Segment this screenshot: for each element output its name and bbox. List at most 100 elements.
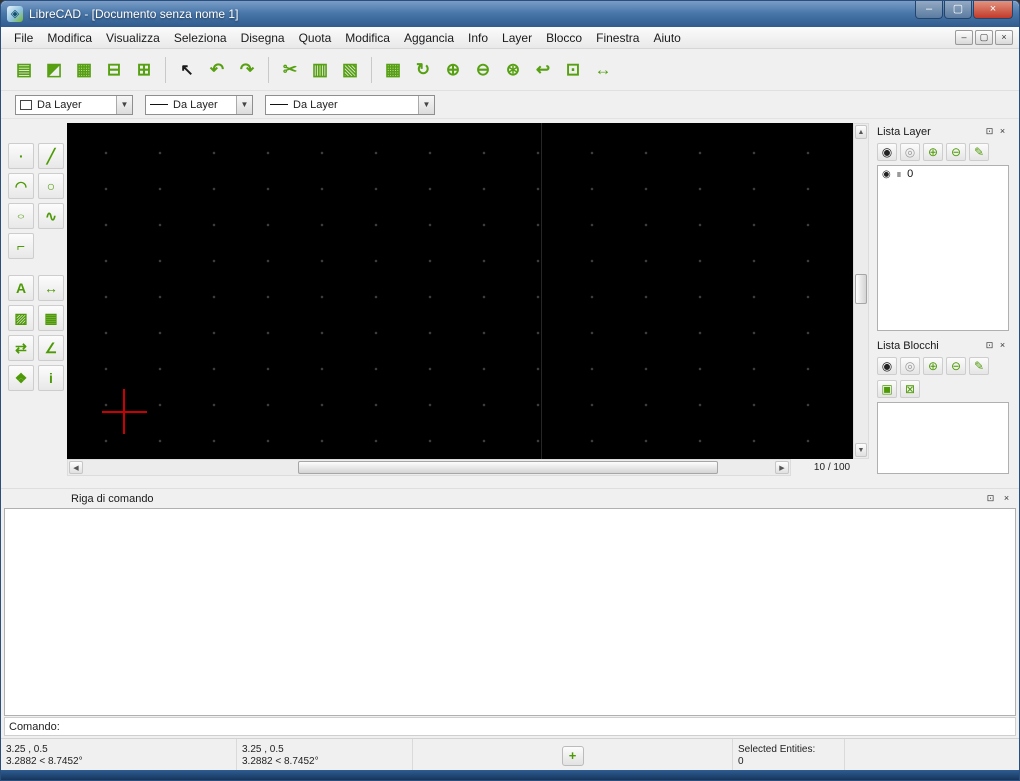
command-history[interactable] bbox=[4, 508, 1016, 716]
zoom-previous-icon: ↩ bbox=[535, 59, 551, 79]
show-all-layers-button[interactable]: ◉ bbox=[877, 143, 897, 161]
mdi-restore-button[interactable]: ▢ bbox=[975, 30, 993, 45]
scroll-up-icon[interactable]: ▲ bbox=[855, 125, 867, 139]
minimize-button[interactable]: – bbox=[915, 1, 943, 19]
line-width-combo[interactable]: Da Layer ▼ bbox=[145, 94, 253, 115]
command-input[interactable]: Comando: bbox=[4, 717, 1016, 736]
zoom-in-button[interactable]: ⊕ bbox=[438, 55, 468, 85]
measure-tool-button[interactable]: ∠ bbox=[38, 335, 64, 361]
paste-button[interactable]: ▧ bbox=[335, 55, 365, 85]
block-tool-button[interactable]: ❖ bbox=[8, 365, 34, 391]
layer-visibility-icon[interactable]: ◉ bbox=[882, 169, 891, 180]
remove-layer-button[interactable]: ⊖ bbox=[946, 143, 966, 161]
scroll-down-icon[interactable]: ▼ bbox=[855, 443, 867, 457]
menu-visualizza[interactable]: Visualizza bbox=[99, 29, 167, 47]
vertical-scrollbar[interactable]: ▲ ▼ bbox=[853, 123, 869, 459]
remove-block-button[interactable]: ⊖ bbox=[946, 357, 966, 375]
hatch-tool-button[interactable]: ▨ bbox=[8, 305, 34, 331]
point-tool-button[interactable]: ∙ bbox=[8, 143, 34, 169]
modify-tool-button[interactable]: ⇄ bbox=[8, 335, 34, 361]
scroll-right-icon[interactable]: ▶ bbox=[775, 461, 789, 474]
zoom-out-button[interactable]: ⊖ bbox=[468, 55, 498, 85]
edit-layer-button[interactable]: ✎ bbox=[969, 143, 989, 161]
layer-list[interactable]: ◉ ∎ 0 bbox=[877, 165, 1009, 331]
close-dock-icon[interactable]: × bbox=[996, 339, 1009, 352]
copy-button[interactable]: ▥ bbox=[305, 55, 335, 85]
close-dock-icon[interactable]: × bbox=[1000, 492, 1013, 505]
chevron-down-icon[interactable]: ▼ bbox=[418, 95, 434, 114]
layer-lock-icon[interactable]: ∎ bbox=[896, 169, 902, 180]
float-dock-icon[interactable]: ⊡ bbox=[983, 125, 996, 138]
horizontal-scrollbar[interactable]: ◀ ▶ bbox=[67, 459, 791, 476]
menu-aggancia[interactable]: Aggancia bbox=[397, 29, 461, 47]
chevron-down-icon[interactable]: ▼ bbox=[116, 95, 132, 114]
cut-button[interactable]: ✂ bbox=[275, 55, 305, 85]
scroll-left-icon[interactable]: ◀ bbox=[69, 461, 83, 474]
close-dock-icon[interactable]: × bbox=[996, 125, 1009, 138]
menu-seleziona[interactable]: Seleziona bbox=[167, 29, 234, 47]
vertical-scroll-thumb[interactable] bbox=[855, 274, 867, 304]
menu-modifica-2[interactable]: Modifica bbox=[338, 29, 397, 47]
polyline-tool-button[interactable]: ⌐ bbox=[8, 233, 34, 259]
zoom-window-button[interactable]: ⊡ bbox=[558, 55, 588, 85]
print-button[interactable]: ⊟ bbox=[99, 55, 129, 85]
circle-tool-button[interactable]: ○ bbox=[38, 173, 64, 199]
layer-dock-header[interactable]: Lista Layer ⊡ × bbox=[873, 123, 1013, 140]
grid-button[interactable]: ▦ bbox=[378, 55, 408, 85]
block-list[interactable] bbox=[877, 402, 1009, 474]
mdi-close-button[interactable]: × bbox=[995, 30, 1013, 45]
layer-row[interactable]: ◉ ∎ 0 bbox=[878, 166, 1008, 182]
save-button[interactable]: ▦ bbox=[69, 55, 99, 85]
ellipse-tool-button[interactable]: ○ bbox=[8, 203, 34, 229]
menu-layer[interactable]: Layer bbox=[495, 29, 539, 47]
menu-file[interactable]: File bbox=[7, 29, 40, 47]
menu-quota[interactable]: Quota bbox=[292, 29, 339, 47]
zoom-pan-icon: ↔ bbox=[594, 59, 612, 79]
zoom-pan-button[interactable]: ↔ bbox=[588, 55, 618, 85]
menu-info[interactable]: Info bbox=[461, 29, 495, 47]
drawing-canvas[interactable] bbox=[67, 123, 853, 459]
select-button[interactable]: ↖ bbox=[172, 55, 202, 85]
menu-blocco[interactable]: Blocco bbox=[539, 29, 589, 47]
line-tool-button[interactable]: ╱ bbox=[38, 143, 64, 169]
text-tool-button[interactable]: A bbox=[8, 275, 34, 301]
chevron-down-icon[interactable]: ▼ bbox=[236, 95, 252, 114]
hide-all-layers-button[interactable]: ◎ bbox=[900, 143, 920, 161]
menu-aiuto[interactable]: Aiuto bbox=[646, 29, 687, 47]
arc-tool-button[interactable]: ◠ bbox=[8, 173, 34, 199]
image-tool-button[interactable]: ▦ bbox=[38, 305, 64, 331]
create-block-button[interactable]: ▣ bbox=[877, 380, 897, 398]
menu-disegna[interactable]: Disegna bbox=[234, 29, 292, 47]
redo-button[interactable]: ↷ bbox=[232, 55, 262, 85]
spline-tool-button[interactable]: ∿ bbox=[38, 203, 64, 229]
info-tool-button[interactable]: i bbox=[38, 365, 64, 391]
command-dock-header[interactable]: Riga di comando ⊡ × bbox=[1, 488, 1019, 508]
horizontal-scroll-thumb[interactable] bbox=[298, 461, 718, 474]
add-layer-button[interactable]: ⊕ bbox=[923, 143, 943, 161]
insert-block-button[interactable]: ⊠ bbox=[900, 380, 920, 398]
redraw-button[interactable]: ↻ bbox=[408, 55, 438, 85]
line-type-combo[interactable]: Da Layer ▼ bbox=[265, 94, 435, 115]
print-preview-button[interactable]: ⊞ bbox=[129, 55, 159, 85]
float-dock-icon[interactable]: ⊡ bbox=[984, 492, 997, 505]
undo-button[interactable]: ↶ bbox=[202, 55, 232, 85]
close-button[interactable]: × bbox=[973, 1, 1013, 19]
menu-finestra[interactable]: Finestra bbox=[589, 29, 646, 47]
hide-all-blocks-button[interactable]: ◎ bbox=[900, 357, 920, 375]
float-dock-icon[interactable]: ⊡ bbox=[983, 339, 996, 352]
zoom-auto-button[interactable]: ⊛ bbox=[498, 55, 528, 85]
dimension-tool-button[interactable]: ↔ bbox=[38, 275, 64, 301]
menu-modifica[interactable]: Modifica bbox=[40, 29, 99, 47]
edit-block-button[interactable]: ✎ bbox=[969, 357, 989, 375]
color-combo[interactable]: Da Layer ▼ bbox=[15, 94, 133, 115]
open-button[interactable]: ◩ bbox=[39, 55, 69, 85]
snap-button[interactable]: + bbox=[561, 745, 584, 766]
add-block-button[interactable]: ⊕ bbox=[923, 357, 943, 375]
maximize-button[interactable]: ▢ bbox=[944, 1, 972, 19]
title-bar[interactable]: ◈ LibreCAD - [Documento senza nome 1] – … bbox=[1, 1, 1019, 27]
new-button[interactable]: ▤ bbox=[9, 55, 39, 85]
show-all-blocks-button[interactable]: ◉ bbox=[877, 357, 897, 375]
mdi-minimize-button[interactable]: – bbox=[955, 30, 973, 45]
block-dock-header[interactable]: Lista Blocchi ⊡ × bbox=[873, 337, 1013, 354]
zoom-previous-button[interactable]: ↩ bbox=[528, 55, 558, 85]
